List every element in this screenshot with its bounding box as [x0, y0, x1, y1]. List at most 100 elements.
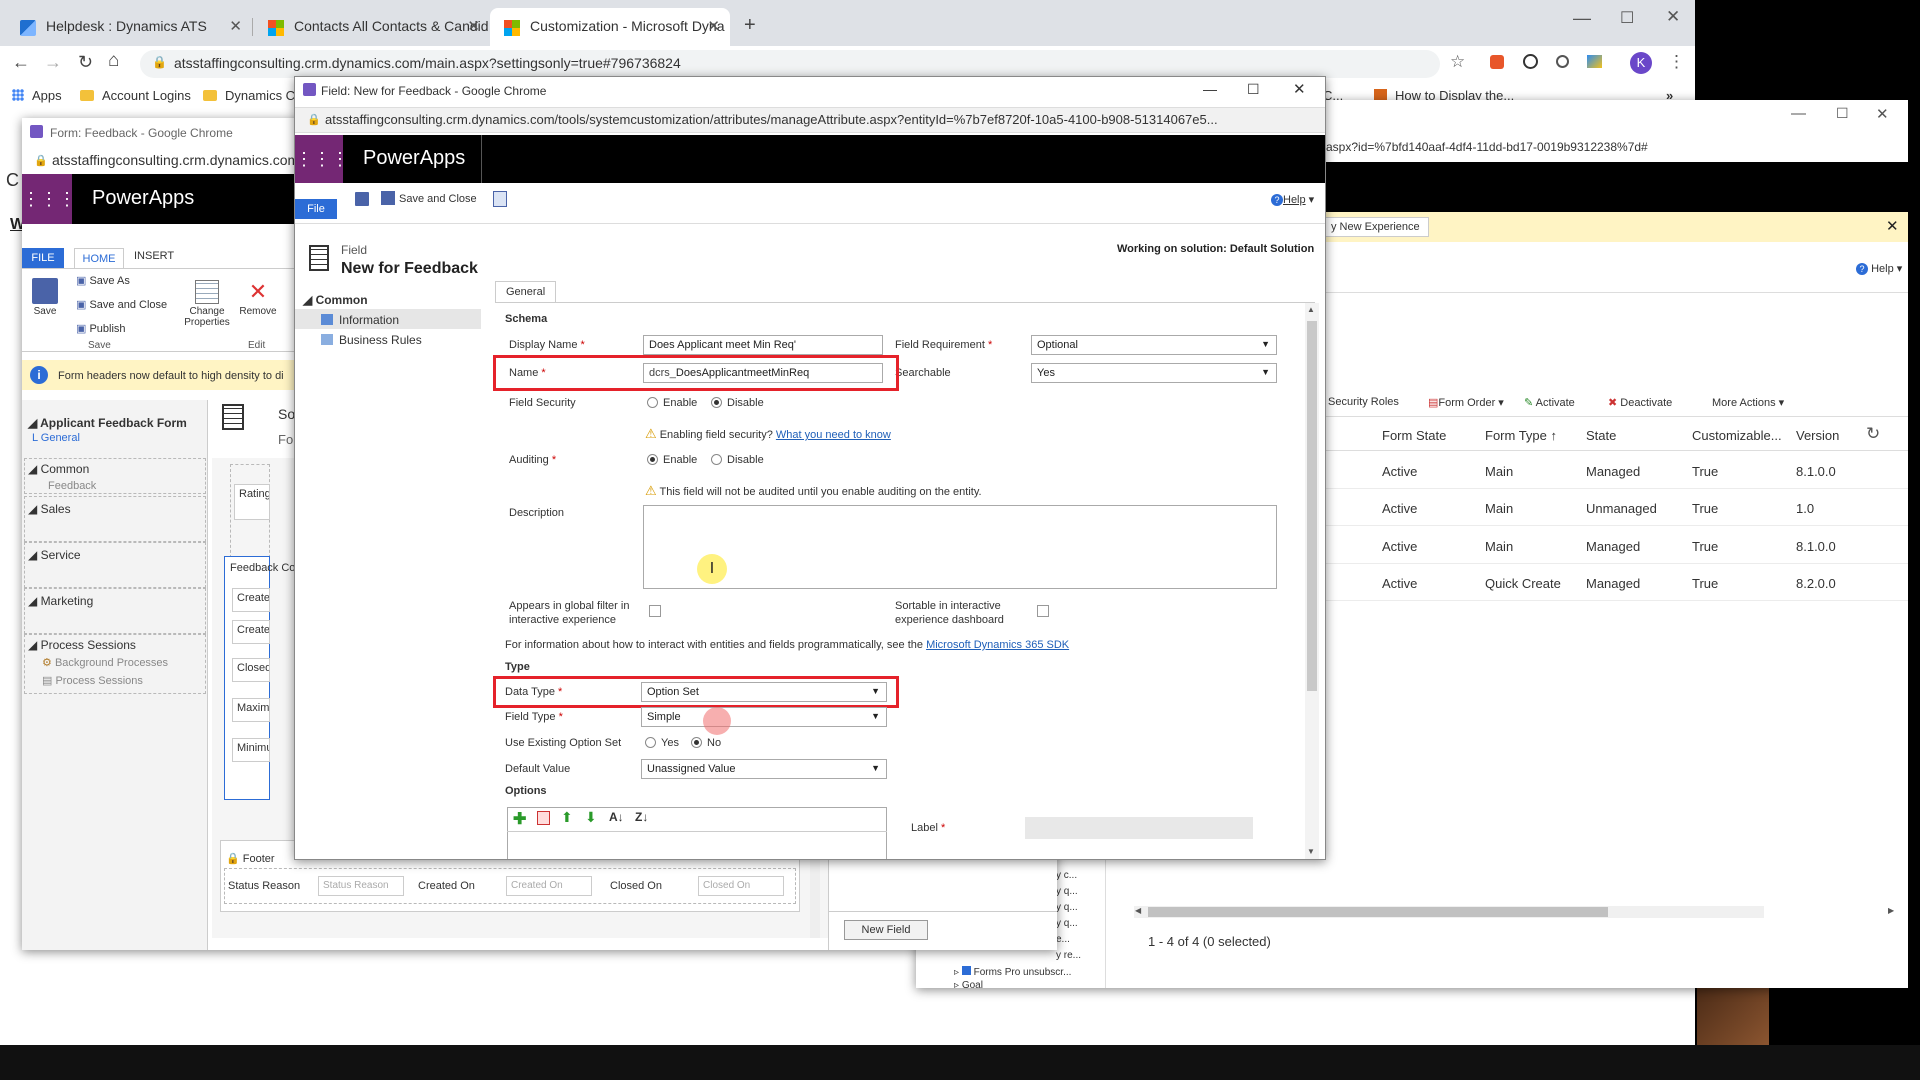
save-as-button[interactable]: ▣ Save As: [76, 274, 130, 287]
bookmark-dynamics[interactable]: Dynamics CR: [203, 88, 304, 103]
save-close-button[interactable]: ▣ Save and Close: [76, 298, 167, 311]
publish-button[interactable]: ▣ Publish: [76, 322, 126, 335]
nav-item-business-rules[interactable]: Business Rules: [321, 333, 422, 347]
home-icon[interactable]: ⌂: [108, 50, 119, 72]
save-close-button[interactable]: Save and Close: [381, 191, 477, 205]
column-header-state[interactable]: State: [1586, 428, 1616, 443]
use-existing-no[interactable]: No: [691, 737, 721, 749]
sdk-link[interactable]: Microsoft Dynamics 365 SDK: [926, 639, 1069, 651]
deactivate-button[interactable]: ✖ Deactivate: [1608, 396, 1672, 409]
tree-section-sales-label[interactable]: ◢ Sales: [28, 502, 71, 516]
extension-icon[interactable]: [1556, 55, 1569, 68]
canvas-field[interactable]: Created By: [232, 588, 270, 612]
tree-item-process-sessions[interactable]: ▤ Process Sessions: [42, 674, 143, 687]
sortable-checkbox[interactable]: [1037, 605, 1049, 617]
form-order-button[interactable]: ▤Form Order ▾: [1428, 396, 1504, 409]
use-existing-yes[interactable]: Yes: [645, 737, 679, 749]
canvas-field[interactable]: Minimum R: [232, 738, 270, 762]
tree-section-marketing-label[interactable]: ◢ Marketing: [28, 594, 93, 608]
status-reason-field[interactable]: Status Reason: [318, 876, 404, 896]
more-actions-button[interactable]: More Actions ▾: [1712, 396, 1784, 409]
auditing-disable[interactable]: Disable: [711, 454, 764, 466]
forward-icon[interactable]: →: [44, 52, 62, 73]
sort-descending-icon[interactable]: Z↓: [635, 810, 648, 824]
closed-on-field[interactable]: Closed On: [698, 876, 784, 896]
scrollbar-thumb[interactable]: [1307, 321, 1317, 691]
save-button[interactable]: Save: [28, 278, 62, 317]
nav-section-common[interactable]: ◢ Common: [303, 293, 368, 307]
global-filter-checkbox[interactable]: [649, 605, 661, 617]
move-up-icon[interactable]: ⬆: [561, 809, 573, 826]
tree-item[interactable]: y q...: [1056, 886, 1078, 897]
help-link[interactable]: ? Help ▾: [1856, 262, 1902, 275]
tree-section-service-label[interactable]: ◢ Service: [28, 548, 81, 562]
url-text[interactable]: atsstaffingconsulting.crm.dynamics.com/m…: [174, 55, 681, 71]
avatar[interactable]: K: [1630, 52, 1652, 74]
extension-icon[interactable]: [1523, 54, 1538, 69]
remove-button[interactable]: ✕ Remove: [238, 280, 278, 318]
save-icon[interactable]: [355, 192, 369, 206]
extension-icon[interactable]: [1490, 55, 1504, 69]
tree-section-common-label[interactable]: ◢ Common: [28, 462, 89, 476]
column-header-customizable[interactable]: Customizable...: [1692, 428, 1782, 443]
tab-contacts[interactable]: Contacts All Contacts & Candid ✕: [254, 8, 490, 46]
canvas-field-label[interactable]: Feedback Co: [230, 562, 295, 574]
tree-item[interactable]: y q...: [1056, 902, 1078, 913]
refresh-grid-icon[interactable]: ↻: [1866, 424, 1880, 444]
scroll-right-icon[interactable]: ▶: [1888, 906, 1894, 915]
tab-customization[interactable]: Customization - Microsoft Dyna ✕: [490, 8, 730, 46]
tree-item[interactable]: y re...: [1056, 950, 1081, 961]
sort-ascending-icon[interactable]: A↓: [609, 810, 624, 824]
canvas-field[interactable]: Closed By: [232, 658, 270, 682]
tab-general[interactable]: General: [495, 281, 557, 303]
scroll-down-icon[interactable]: ▼: [1307, 847, 1315, 856]
close-tab-icon[interactable]: ✕: [707, 17, 720, 35]
url-text[interactable]: aspx?id=%7bfd140aaf-4df4-11dd-bd17-0019b…: [1326, 140, 1648, 154]
description-textarea[interactable]: [643, 505, 1277, 589]
display-name-input[interactable]: Does Applicant meet Min Req': [643, 335, 883, 355]
activate-button[interactable]: ✎ Activate: [1524, 396, 1575, 409]
minimize-icon[interactable]: —: [1573, 8, 1591, 29]
field-security-disable[interactable]: Disable: [711, 397, 764, 409]
close-window-icon[interactable]: ✕: [1293, 80, 1306, 98]
app-launcher-icon[interactable]: ⋮⋮⋮: [22, 174, 76, 224]
menu-icon[interactable]: ⋮: [1668, 52, 1685, 72]
canvas-field[interactable]: Created By: [232, 620, 270, 644]
add-option-icon[interactable]: ✚: [513, 809, 526, 829]
tree-item[interactable]: e...: [1056, 934, 1070, 945]
rating-field[interactable]: Rating: [234, 484, 270, 520]
scroll-up-icon[interactable]: ▲: [1307, 305, 1315, 314]
minimize-icon[interactable]: —: [1791, 105, 1806, 122]
close-window-icon[interactable]: ✕: [1666, 7, 1680, 27]
new-field-button[interactable]: New Field: [844, 920, 928, 940]
nav-item-information-label[interactable]: Information: [321, 313, 399, 327]
scroll-left-icon[interactable]: ◀: [1135, 906, 1141, 915]
move-down-icon[interactable]: ⬇: [585, 809, 597, 826]
reload-icon[interactable]: ↻: [78, 52, 93, 73]
label-input[interactable]: [1025, 817, 1253, 839]
scrollbar-thumb[interactable]: [1148, 907, 1608, 917]
ribbon-tab-home[interactable]: HOME: [74, 248, 124, 268]
extension-icon[interactable]: [1587, 55, 1602, 68]
close-notification-icon[interactable]: ✕: [1886, 217, 1899, 235]
default-value-select[interactable]: Unassigned Value: [641, 759, 887, 779]
ribbon-tab-insert[interactable]: INSERT: [134, 250, 174, 262]
url-text[interactable]: atsstaffingconsulting.crm.dynamics.com: [52, 152, 299, 168]
tab-helpdesk[interactable]: Helpdesk : Dynamics ATS ✕: [6, 8, 252, 46]
change-properties-button[interactable]: Change Properties: [180, 280, 234, 328]
help-button[interactable]: ? Help ▾: [1271, 193, 1314, 206]
back-icon[interactable]: ←: [12, 52, 30, 73]
canvas-field[interactable]: Maximum R: [232, 698, 270, 722]
maximize-icon[interactable]: ☐: [1836, 105, 1849, 122]
what-you-need-to-know-link[interactable]: What you need to know: [776, 429, 891, 441]
tree-item[interactable]: ▹ Goal: [954, 980, 983, 988]
tree-item[interactable]: y c...: [1056, 870, 1077, 881]
created-on-field[interactable]: Created On: [506, 876, 592, 896]
column-header-version[interactable]: Version: [1796, 428, 1839, 443]
delete-option-icon[interactable]: [537, 811, 550, 825]
new-experience-button[interactable]: y New Experience: [1322, 217, 1429, 237]
star-icon[interactable]: ☆: [1450, 52, 1465, 72]
app-launcher-icon[interactable]: ⋮⋮⋮: [295, 135, 349, 183]
auditing-enable[interactable]: Enable: [647, 454, 697, 466]
column-header-form-type[interactable]: Form Type ↑: [1485, 428, 1557, 443]
